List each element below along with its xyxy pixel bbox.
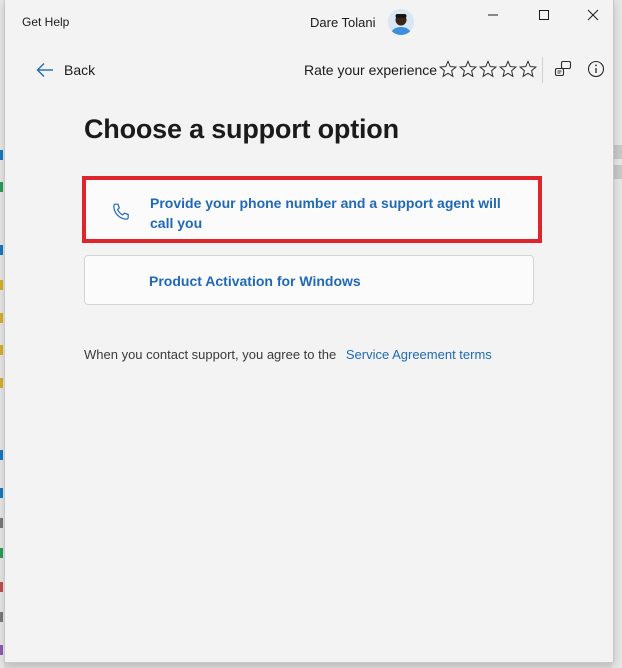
- toolbar-divider: [542, 57, 543, 83]
- desktop-mark: [0, 488, 3, 498]
- info-icon[interactable]: [587, 60, 605, 78]
- desktop-mark: [0, 548, 3, 558]
- rating-stars: [439, 60, 537, 78]
- option-label: Product Activation for Windows: [149, 273, 361, 289]
- support-option-product-activation[interactable]: Product Activation for Windows: [84, 255, 534, 305]
- feedback-icon[interactable]: [554, 60, 572, 78]
- desktop-mark: [0, 612, 3, 622]
- desktop-mark: [0, 313, 3, 323]
- agreement-text: When you contact support, you agree to t…: [84, 347, 337, 362]
- agreement-notice: When you contact support, you agree to t…: [84, 347, 492, 362]
- star-4-icon[interactable]: [499, 60, 517, 78]
- desktop-mark: [0, 518, 3, 528]
- rate-experience-label: Rate your experience: [304, 62, 438, 78]
- user-name: Dare Tolani: [310, 15, 376, 30]
- desktop-mark: [0, 378, 3, 388]
- back-button[interactable]: Back: [36, 58, 95, 82]
- phone-icon: [113, 203, 129, 220]
- desktop-mark: [0, 150, 3, 160]
- star-1-icon[interactable]: [439, 60, 457, 78]
- desktop-mark: [0, 345, 3, 355]
- desktop-mark: [0, 450, 3, 460]
- get-help-window: Get Help Dare Tolani Back Rate your expe…: [4, 0, 614, 663]
- app-title: Get Help: [22, 15, 70, 29]
- avatar-image: [388, 9, 414, 35]
- service-agreement-link[interactable]: Service Agreement terms: [346, 347, 492, 362]
- avatar[interactable]: [388, 9, 414, 35]
- back-arrow-icon: [36, 63, 53, 77]
- close-button[interactable]: [570, 0, 613, 30]
- support-option-phone-callback[interactable]: Provide your phone number and a support …: [82, 176, 542, 243]
- star-5-icon[interactable]: [519, 60, 537, 78]
- star-3-icon[interactable]: [479, 60, 497, 78]
- desktop-mark: [0, 645, 3, 655]
- desktop-mark: [0, 582, 3, 592]
- star-2-icon[interactable]: [459, 60, 477, 78]
- minimize-button[interactable]: [470, 0, 516, 30]
- close-icon: [587, 9, 599, 21]
- desktop-mark: [0, 182, 3, 192]
- desktop-mark: [0, 280, 3, 290]
- option-label: Provide your phone number and a support …: [150, 195, 501, 231]
- title-bar[interactable]: Get Help Dare Tolani: [5, 0, 613, 45]
- page-title: Choose a support option: [84, 114, 399, 144]
- maximize-icon: [539, 10, 549, 20]
- maximize-button[interactable]: [521, 0, 567, 30]
- desktop-mark: [0, 245, 3, 255]
- minimize-icon: [488, 14, 498, 16]
- back-label: Back: [64, 62, 96, 78]
